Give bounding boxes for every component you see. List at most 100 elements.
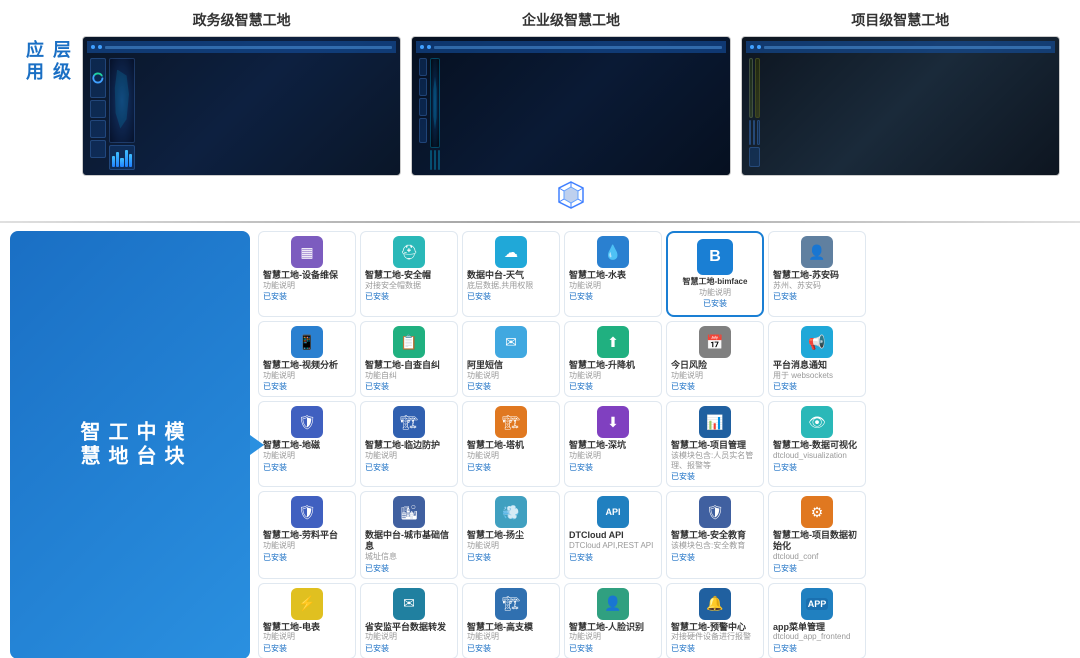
project-title: 项目级智慧工地 [851, 10, 949, 30]
module-card-25[interactable]: ⚡ 智慧工地-电表 功能说明 已安装 [258, 583, 356, 658]
module-info-20: 数据中台-城市基础信息 城址信息 已安装 [365, 530, 453, 573]
ent-stat-3 [419, 98, 426, 116]
module-name-27: 智慧工地-高支模 [467, 622, 533, 633]
module-status-28: 已安装 [569, 643, 593, 654]
module-name-9: 阿里短信 [467, 360, 503, 371]
project-screenshot [741, 36, 1060, 176]
module-desc-3: 底层数据,共用权限 [467, 281, 533, 291]
module-desc-29: 对接硬件设备进行报警 [671, 632, 751, 642]
label-line-2: 层级 [47, 40, 74, 84]
module-card-17[interactable]: 📊 智慧工地-项目管理 该模块包含:人员实名管理、报警等 已安装 [666, 401, 764, 487]
module-icon-char-22: API [605, 507, 620, 517]
module-card-15[interactable]: 🏗 智慧工地-塔机 功能说明 已安装 [462, 401, 560, 487]
module-desc-11: 功能说明 [671, 371, 703, 381]
bimface-name: 智慧工地-bimface [683, 276, 748, 287]
bimface-desc: 功能说明 [699, 287, 731, 298]
module-card-4[interactable]: 💧 智慧工地-水表 功能说明 已安装 [564, 231, 662, 317]
module-info-24: 智慧工地-项目数据初始化 dtcloud_conf 已安装 [773, 530, 861, 573]
module-desc-2: 对接安全帽数据 [365, 281, 421, 291]
module-icon-11: 📅 [699, 326, 731, 358]
gov-bar-3 [120, 158, 123, 168]
module-card-3[interactable]: ☁ 数据中台-天气 底层数据,共用权限 已安装 [462, 231, 560, 317]
module-info-29: 智慧工地-预警中心 对接硬件设备进行报警 已安装 [671, 622, 759, 654]
module-icon-6: 👤 [801, 236, 833, 268]
module-icon-17: 📊 [699, 406, 731, 438]
gov-bar-5 [129, 154, 132, 167]
module-desc-6: 苏州、苏安码 [773, 281, 821, 291]
ent-bc-2 [434, 150, 436, 170]
module-card-8[interactable]: 📋 智慧工地-自查自纠 功能自纠 已安装 [360, 321, 458, 397]
module-card-1[interactable]: ▦ 智慧工地-设备维保 功能说明 已安装 [258, 231, 356, 317]
project-column: 项目级智慧工地 [741, 10, 1060, 213]
module-card-30[interactable]: APP app菜单管理 dtcloud_app_frontend 已安装 [768, 583, 866, 658]
module-card-2[interactable]: ⛑ 智慧工地-安全帽 对接安全帽数据 已安装 [360, 231, 458, 317]
gov-left-panel [90, 58, 106, 170]
module-status-9: 已安装 [467, 381, 491, 392]
module-card-18[interactable]: 👁 智慧工地-数据可视化 dtcloud_visualization 已安装 [768, 401, 866, 487]
module-card-26[interactable]: ✉ 省安监平台数据转发 功能说明 已安装 [360, 583, 458, 658]
module-status-12: 已安装 [773, 381, 797, 392]
proj-main [749, 58, 760, 170]
module-icon-4: 💧 [597, 236, 629, 268]
module-card-10[interactable]: ⬆ 智慧工地-升降机 功能说明 已安装 [564, 321, 662, 397]
module-card-28[interactable]: 👤 智慧工地-人脸识别 功能说明 已安装 [564, 583, 662, 658]
module-info-26: 省安监平台数据转发 功能说明 已安装 [365, 622, 453, 654]
module-status-29: 已安装 [671, 643, 695, 654]
module-card-23[interactable]: 🛡 智慧工地-安全教育 该模块包含:安全教育 已安装 [666, 491, 764, 578]
module-card-24[interactable]: ⚙ 智慧工地-项目数据初始化 dtcloud_conf 已安装 [768, 491, 866, 578]
module-card-12[interactable]: 📢 平台消息通知 用于 websockets 已安装 [768, 321, 866, 397]
module-info-27: 智慧工地-高支模 功能说明 已安装 [467, 622, 555, 654]
module-card-14[interactable]: 🏗 智慧工地-临边防护 功能说明 已安装 [360, 401, 458, 487]
proj-top-row [749, 58, 760, 118]
module-status-8: 已安装 [365, 381, 389, 392]
module-card-6[interactable]: 👤 智慧工地-苏安码 苏州、苏安码 已安装 [768, 231, 866, 317]
module-card-19[interactable]: 🛡 智慧工地-劳料平台 功能说明 已安装 [258, 491, 356, 578]
module-desc-20: 城址信息 [365, 552, 397, 562]
module-info-2: 智慧工地-安全帽 对接安全帽数据 已安装 [365, 270, 453, 312]
module-card-11[interactable]: 📅 今日风险 功能说明 已安装 [666, 321, 764, 397]
ent-mini-map [430, 58, 441, 148]
modules-grid: ▦ 智慧工地-设备维保 功能说明 已安装 ⛑ 智慧工地-安全帽 对接安全帽数据 … [258, 231, 1070, 658]
module-desc-13: 功能说明 [263, 451, 295, 461]
module-card-9[interactable]: ✉ 阿里短信 功能说明 已安装 [462, 321, 560, 397]
module-icon-char-3: ☁ [504, 244, 518, 261]
module-desc-28: 功能说明 [569, 632, 601, 642]
gov-stat-3 [90, 140, 106, 158]
module-name-20: 数据中台-城市基础信息 [365, 530, 453, 552]
module-icon-13: 🛡 [291, 406, 323, 438]
module-desc-26: 功能说明 [365, 632, 397, 642]
proj-stats-row [749, 120, 760, 145]
module-icon-char-28: 👤 [604, 595, 621, 612]
module-icon-25: ⚡ [291, 588, 323, 620]
module-card-7[interactable]: 📱 智慧工地-视频分析 功能说明 已安装 [258, 321, 356, 397]
module-status-3: 已安装 [467, 291, 491, 302]
module-icon-30: APP [801, 588, 833, 620]
module-name-1: 智慧工地-设备维保 [263, 270, 338, 281]
module-desc-17: 该模块包含:人员实名管理、报警等 [671, 451, 759, 470]
proj-camera-2 [755, 58, 760, 118]
ent-hexagon-svg [556, 180, 586, 210]
ent-screen-body [416, 55, 443, 173]
module-icon-char-6: 👤 [808, 244, 825, 261]
gov-mini-map [109, 58, 135, 143]
gov-title: 政务级智慧工地 [193, 10, 291, 30]
module-desc-16: 功能说明 [569, 451, 601, 461]
top-left-label: 应用 层级 [20, 10, 82, 84]
module-status-25: 已安装 [263, 643, 287, 654]
module-card-27[interactable]: 🏗 智慧工地-高支模 功能说明 已安装 [462, 583, 560, 658]
module-icon-char-15: 🏗 [502, 414, 520, 431]
module-status-24: 已安装 [773, 563, 797, 574]
module-status-16: 已安装 [569, 462, 593, 473]
module-card-bimface[interactable]: B 智慧工地-bimface 功能说明 已安装 [666, 231, 764, 317]
module-status-6: 已安装 [773, 291, 797, 302]
bimface-icon-box: B [697, 239, 733, 275]
module-card-21[interactable]: 💨 智慧工地-扬尘 功能说明 已安装 [462, 491, 560, 578]
module-card-29[interactable]: 🔔 智慧工地-预警中心 对接硬件设备进行报警 已安装 [666, 583, 764, 658]
ent-bc-1 [430, 150, 432, 170]
module-card-13[interactable]: 🛡 智慧工地-地磁 功能说明 已安装 [258, 401, 356, 487]
module-card-16[interactable]: ⬇ 智慧工地-深坑 功能说明 已安装 [564, 401, 662, 487]
module-card-20[interactable]: 🏙 数据中台-城市基础信息 城址信息 已安装 [360, 491, 458, 578]
module-icon-28: 👤 [597, 588, 629, 620]
module-card-22[interactable]: API DTCloud API DTCloud API,REST API 已安装 [564, 491, 662, 578]
module-status-15: 已安装 [467, 462, 491, 473]
